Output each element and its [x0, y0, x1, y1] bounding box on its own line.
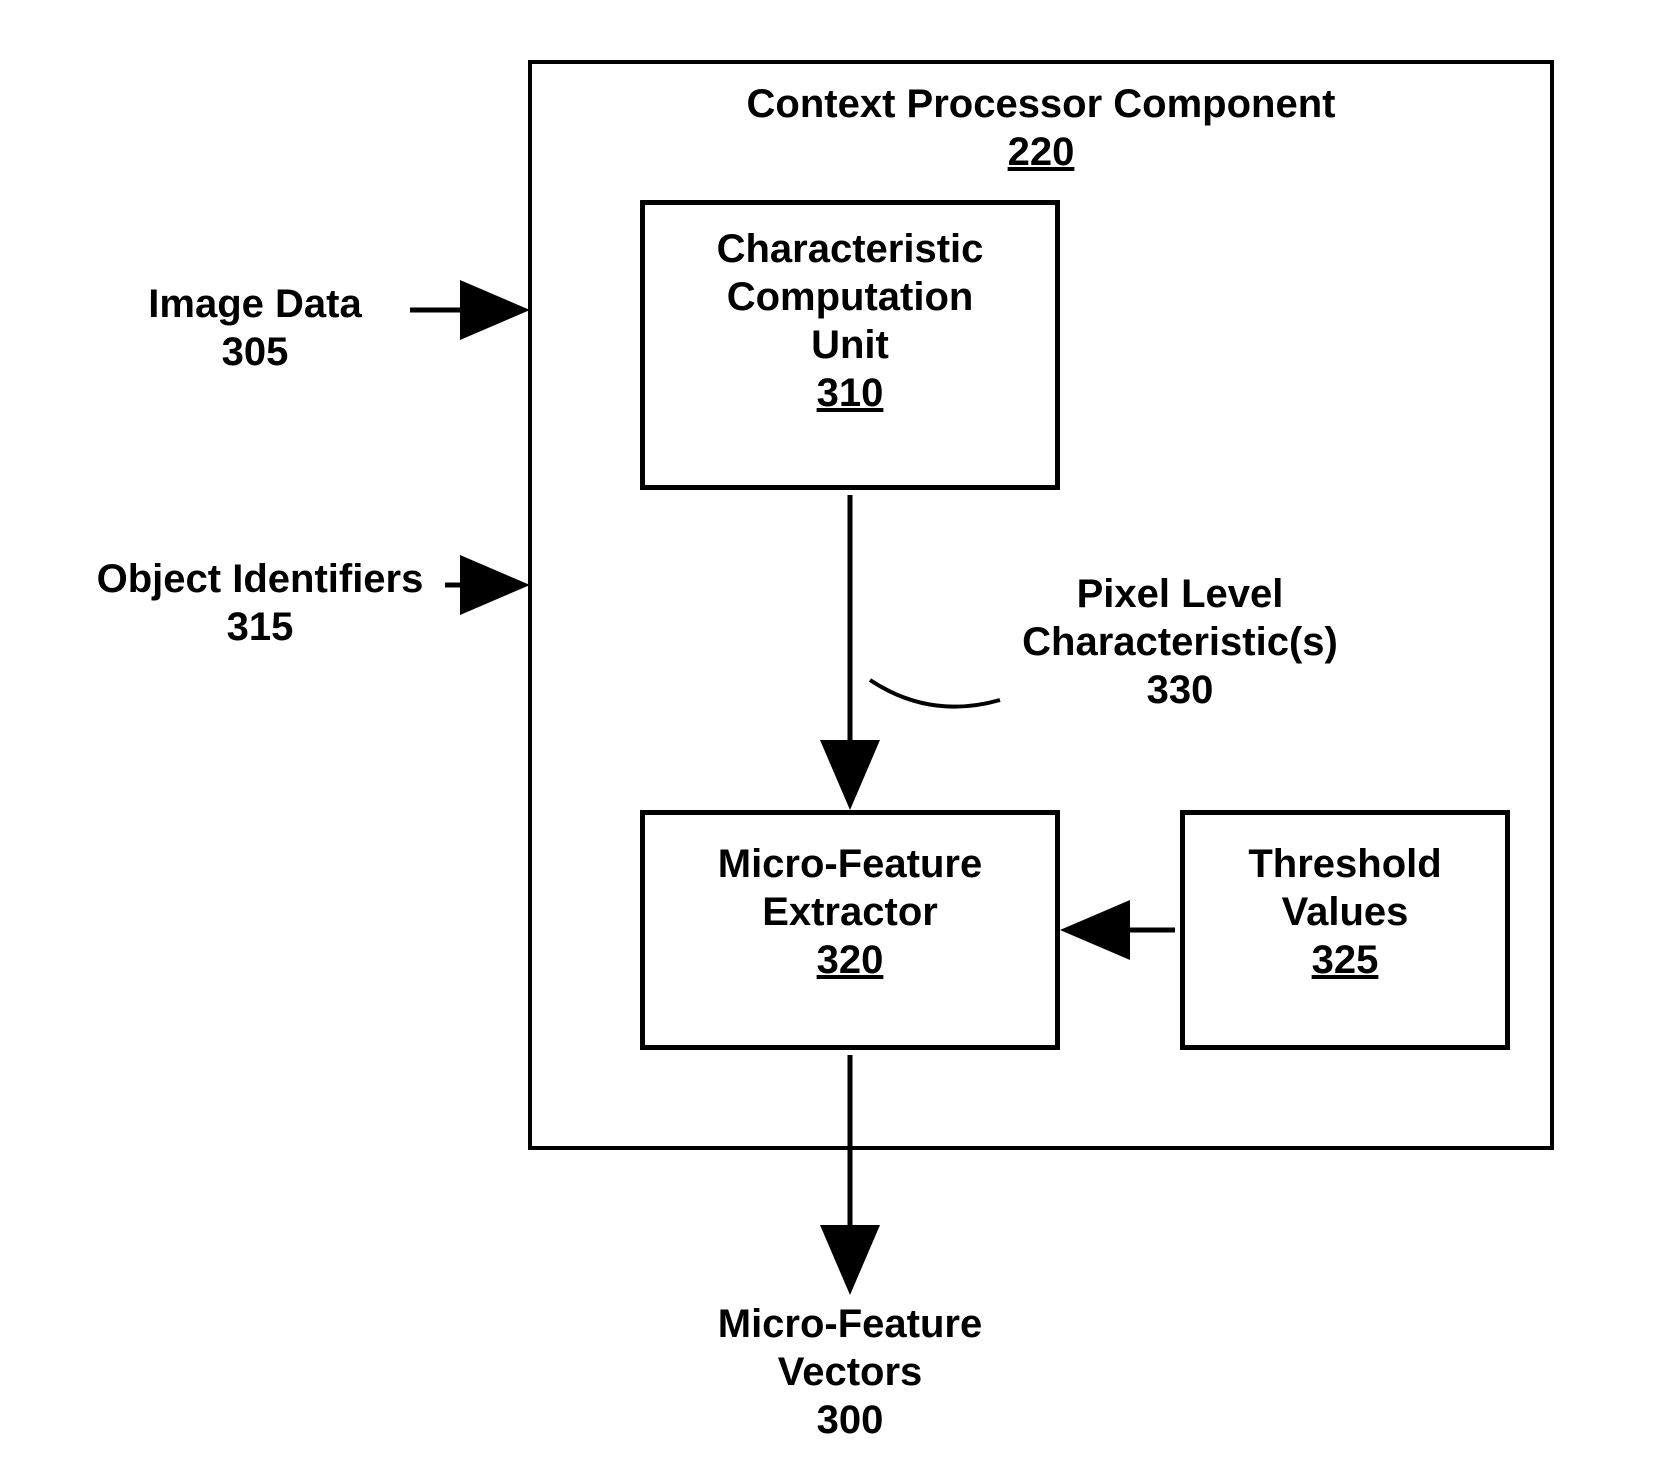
output-ref: 300	[817, 1398, 884, 1442]
pixel-chars-line1: Pixel Level	[1077, 572, 1284, 616]
context-processor-title-text: Context Processor Component	[747, 82, 1336, 126]
output-line1: Micro-Feature	[718, 1302, 983, 1346]
pixel-chars-ref: 330	[1147, 668, 1214, 712]
object-ids-line1: Object Identifiers	[97, 557, 424, 601]
mfe-line1: Micro-Feature	[718, 842, 983, 886]
threshold-line1: Threshold	[1248, 842, 1441, 886]
pixel-chars-line2: Characteristic(s)	[1022, 620, 1338, 664]
object-ids-label: Object Identifiers 315	[80, 555, 440, 651]
context-processor-ref: 220	[1008, 130, 1075, 174]
ccu-line3: Unit	[811, 323, 889, 367]
mfe-line2: Extractor	[762, 890, 938, 934]
mfe-label: Micro-Feature Extractor 320	[640, 840, 1060, 984]
threshold-line2: Values	[1282, 890, 1409, 934]
pixel-chars-label: Pixel Level Characteristic(s) 330	[990, 570, 1370, 714]
image-data-line1: Image Data	[148, 282, 361, 326]
image-data-label: Image Data 305	[110, 280, 400, 376]
ccu-line1: Characteristic	[717, 227, 984, 271]
mfe-ref: 320	[817, 938, 884, 982]
context-processor-title: Context Processor Component 220	[528, 80, 1554, 176]
object-ids-ref: 315	[227, 605, 294, 649]
ccu-label: Characteristic Computation Unit 310	[640, 225, 1060, 417]
image-data-ref: 305	[222, 330, 289, 374]
threshold-label: Threshold Values 325	[1180, 840, 1510, 984]
diagram-canvas: Context Processor Component 220 Characte…	[0, 0, 1664, 1476]
ccu-line2: Computation	[727, 275, 974, 319]
output-line2: Vectors	[778, 1350, 923, 1394]
ccu-ref: 310	[817, 371, 884, 415]
output-label: Micro-Feature Vectors 300	[640, 1300, 1060, 1444]
threshold-ref: 325	[1312, 938, 1379, 982]
